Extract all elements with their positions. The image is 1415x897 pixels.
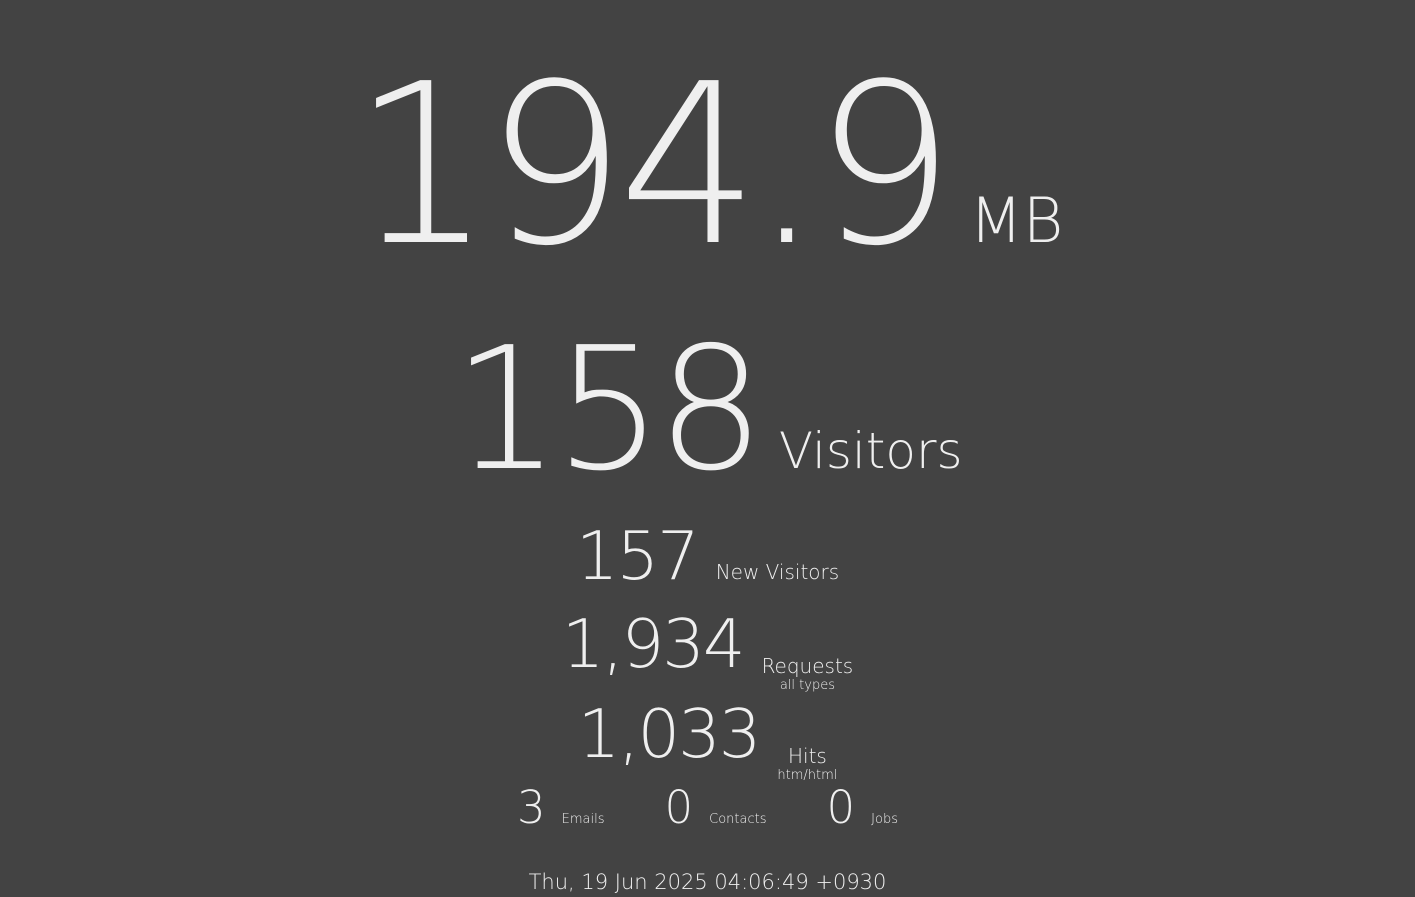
visitors-label: Visitors xyxy=(778,422,963,480)
new-visitors-stat: 157 New Visitors xyxy=(0,523,1415,590)
visitors-value: 158 xyxy=(452,311,764,509)
visitors-stat: 158 Visitors xyxy=(0,325,1415,495)
timestamp-row: Thu, 19 Jun 2025 04:06:49 +0930 xyxy=(0,870,1415,894)
contacts-value: 0 xyxy=(664,781,694,834)
hits-value: 1,033 xyxy=(577,695,762,773)
jobs-value: 0 xyxy=(826,781,856,834)
new-visitors-labels: New Visitors xyxy=(716,561,839,583)
emails-value: 3 xyxy=(517,781,546,834)
timestamp: Thu, 19 Jun 2025 04:06:49 +0930 xyxy=(528,870,887,894)
requests-labels: Requests all types xyxy=(762,655,854,693)
jobs-label: Jobs xyxy=(871,812,898,827)
contacts-label: Contacts xyxy=(709,812,767,827)
new-visitors-value: 157 xyxy=(575,517,700,595)
emails-count: 3 Emails xyxy=(517,785,604,830)
new-visitors-label: New Visitors xyxy=(715,560,840,584)
bandwidth-value: 194.9 xyxy=(351,37,956,295)
hits-label: Hits xyxy=(787,744,827,768)
jobs-count: 0 Jobs xyxy=(827,785,898,830)
hits-stat: 1,033 Hits htm/html xyxy=(0,695,1415,783)
counts-row: 3 Emails 0 Contacts 0 Jobs xyxy=(0,785,1415,830)
bandwidth-stat: 194.9 MB xyxy=(0,55,1415,277)
requests-label: Requests xyxy=(761,654,854,678)
bandwidth-unit: MB xyxy=(969,184,1064,257)
requests-sublabel: all types xyxy=(779,678,835,693)
requests-stat: 1,934 Requests all types xyxy=(0,605,1415,693)
contacts-count: 0 Contacts xyxy=(665,785,767,830)
hits-labels: Hits htm/html xyxy=(777,745,837,783)
requests-value: 1,934 xyxy=(561,605,746,683)
stats-dashboard: 194.9 MB 158 Visitors 157 New Visitors 1… xyxy=(0,0,1415,897)
emails-label: Emails xyxy=(561,812,605,827)
